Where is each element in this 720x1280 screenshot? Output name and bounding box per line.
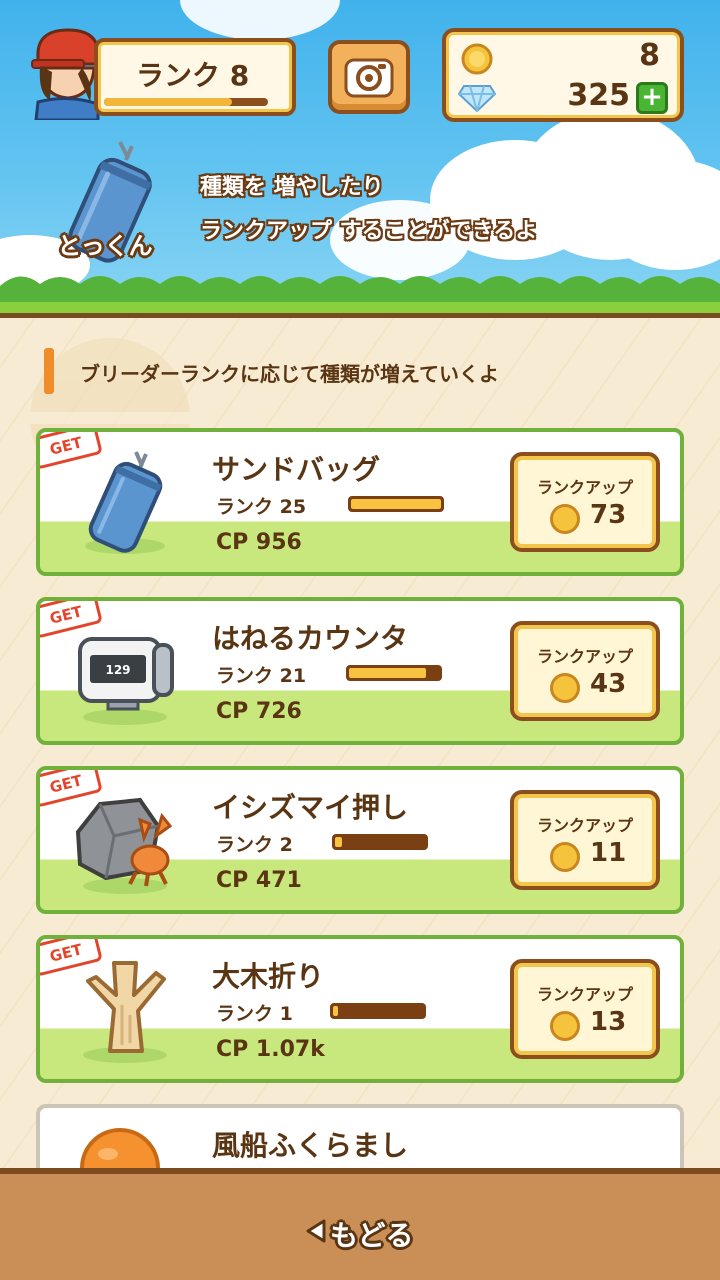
coin-count: 8 bbox=[639, 38, 660, 73]
add-gems-button[interactable]: + bbox=[636, 82, 668, 114]
training-card-sandbag[interactable]: GET サンドバッグ ランク 25 CP 956 ランクアップ 73 bbox=[36, 428, 684, 576]
rank-up-button[interactable]: ランクアップ 13 bbox=[510, 959, 660, 1059]
training-name: サンドバッグ bbox=[212, 453, 381, 486]
coin-icon bbox=[550, 504, 580, 534]
coin-icon bbox=[550, 673, 580, 703]
rank-up-cost: 13 bbox=[590, 1007, 627, 1037]
training-card-balloon[interactable]: 風船ふくらまし bbox=[36, 1104, 684, 1168]
training-name: 大木折り bbox=[212, 960, 325, 993]
player-rank-panel[interactable]: ランク 8 bbox=[94, 38, 296, 116]
back-arrow-icon bbox=[306, 1219, 326, 1243]
rank-up-label: ランクアップ bbox=[536, 985, 633, 1004]
rank-up-label: ランクアップ bbox=[536, 478, 633, 497]
rank-up-button[interactable]: ランクアップ 11 bbox=[510, 790, 660, 890]
banner-message: 種類を 増やしたり ランクアップ することができるよ bbox=[200, 166, 537, 254]
training-rank: ランク 2 bbox=[216, 834, 293, 856]
training-rank: ランク 21 bbox=[216, 665, 307, 687]
currency-panel: 8 325 + bbox=[442, 28, 684, 122]
rank-up-button[interactable]: ランクアップ 73 bbox=[510, 452, 660, 552]
rank-up-cost: 43 bbox=[590, 669, 627, 699]
sky-header: ランク 8 8 325 + とっくん 種類を 増やしたり ランクアップ すること… bbox=[0, 0, 720, 318]
player-rank-progress-fill bbox=[104, 98, 232, 106]
training-rank-bar-fill bbox=[349, 668, 426, 678]
training-name: イシズマイ押し bbox=[212, 791, 409, 824]
training-rank: ランク 1 bbox=[216, 1003, 293, 1025]
camera-button[interactable] bbox=[328, 40, 410, 114]
rank-up-cost: 11 bbox=[590, 838, 627, 868]
rank-up-label: ランクアップ bbox=[536, 816, 633, 835]
training-card-counter[interactable]: GET 129 はねるカウンタ ランク 21 CP 726 ランクアップ 43 bbox=[36, 597, 684, 745]
coin-icon bbox=[550, 1011, 580, 1041]
training-list[interactable]: ブリーダーランクに応じて種類が増えていくよ GET サンドバッグ ランク 25 … bbox=[0, 318, 720, 1168]
training-name: はねるカウンタ bbox=[212, 622, 409, 655]
counter-icon: 129 bbox=[78, 637, 174, 725]
player-rank-progress-bar bbox=[104, 98, 268, 106]
bottom-bar: もどる bbox=[0, 1168, 720, 1280]
training-name: 風船ふくらまし bbox=[212, 1129, 409, 1162]
training-cp: CP 956 bbox=[216, 530, 302, 555]
tree-trunk-icon bbox=[83, 961, 167, 1063]
sandbag-icon bbox=[85, 451, 165, 554]
hint-accent-bar bbox=[44, 348, 54, 394]
rank-up-button[interactable]: ランクアップ 43 bbox=[510, 621, 660, 721]
back-label: もどる bbox=[330, 1219, 414, 1252]
training-rank-bar-fill bbox=[335, 837, 343, 847]
ground bbox=[0, 302, 720, 318]
player-rank-label: ランク 8 bbox=[136, 59, 250, 92]
training-card-tree[interactable]: GET 大木折り ランク 1 CP 1.07k ランクアップ 13 bbox=[36, 935, 684, 1083]
banner-message-line-2: ランクアップ することができるよ bbox=[200, 219, 538, 244]
training-rank-bar bbox=[348, 496, 444, 512]
diamond-icon bbox=[458, 85, 496, 112]
banner-message-line-1: 種類を 増やしたり bbox=[200, 175, 384, 200]
player-avatar[interactable] bbox=[28, 24, 104, 120]
coin-icon bbox=[461, 43, 493, 75]
counter-display: 129 bbox=[105, 663, 130, 677]
gem-count: 325 bbox=[567, 78, 630, 113]
bushes bbox=[0, 276, 720, 304]
balloon-icon bbox=[80, 1128, 160, 1168]
dwebble-icon bbox=[75, 797, 173, 894]
rank-up-cost: 73 bbox=[590, 500, 627, 530]
training-rank-bar bbox=[332, 834, 428, 850]
category-label: とっくん bbox=[57, 232, 153, 260]
training-rank-bar bbox=[346, 665, 442, 681]
coin-icon bbox=[550, 842, 580, 872]
training-rank: ランク 25 bbox=[216, 496, 307, 518]
cloud bbox=[180, 0, 340, 40]
training-cp: CP 471 bbox=[216, 868, 302, 893]
training-cp: CP 726 bbox=[216, 699, 302, 724]
training-rank-bar bbox=[330, 1003, 426, 1019]
training-rank-bar-fill bbox=[351, 499, 441, 509]
back-button[interactable]: もどる bbox=[290, 1210, 430, 1254]
rank-up-label: ランクアップ bbox=[536, 647, 633, 666]
training-rank-bar-fill bbox=[333, 1006, 339, 1016]
training-cp: CP 1.07k bbox=[216, 1037, 325, 1062]
training-card-dwebble[interactable]: GET イシズマイ押し ランク 2 CP 471 ランクアップ 11 bbox=[36, 766, 684, 914]
camera-icon bbox=[344, 58, 394, 98]
hint-text: ブリーダーランクに応じて種類が増えていくよ bbox=[80, 362, 499, 386]
